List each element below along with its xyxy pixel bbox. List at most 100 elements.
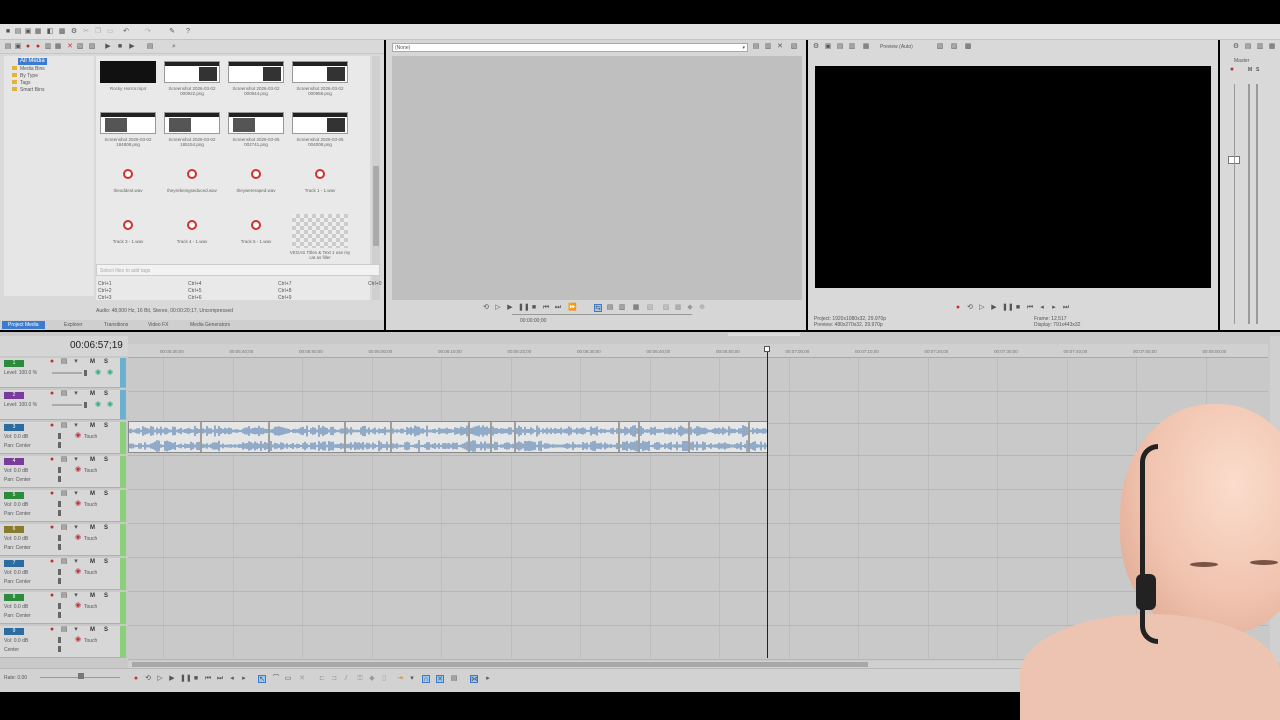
play-from-start-icon[interactable]: ▷ [494,304,502,312]
track-fx-icon[interactable]: ● [48,390,56,398]
track-automation-icon[interactable]: ▤ [60,456,68,464]
settings-icon[interactable]: ⚙ [70,28,78,36]
previous-frame-icon[interactable]: ◂ [1038,304,1046,312]
arm-record-icon[interactable]: ◉ [74,500,82,508]
media-item[interactable]: Rocky Horror.mp4 [96,61,160,111]
next-frame-icon[interactable]: ▸ [240,675,248,683]
solo-button[interactable]: S [104,559,108,565]
audio-track-header[interactable]: 7 ● ▤ ▾ M S Vol: 0.0 dB Pan: Center ◉ Touch [0,558,126,590]
selection-tool-icon[interactable]: ▭ [284,675,292,683]
trimmer-dropdown[interactable]: (None) ▾ [392,43,748,52]
media-zoom-icon[interactable]: ▨ [88,43,96,51]
shortcut-5[interactable]: Ctrl+5 [188,288,201,294]
automation-mode[interactable]: Touch [84,604,97,610]
volume-slider-thumb[interactable] [58,467,61,473]
track-automation-icon[interactable]: ▤ [60,558,68,566]
timecode-display[interactable]: 00:06:57;19 [70,340,123,351]
go-to-start-icon[interactable]: ⏮ [1026,304,1034,312]
shortcut-6[interactable]: Ctrl+6 [188,295,201,301]
tab-video-fx[interactable]: Video FX [148,322,168,328]
pan-slider-thumb[interactable] [58,612,61,618]
master-downmix-icon[interactable]: ▥ [1256,43,1264,51]
media-item[interactable]: theyrebeingseduced.wav [160,163,224,213]
get-media-icon[interactable]: ● [24,43,32,51]
capture-icon[interactable]: ▩ [58,28,66,36]
remove-media-icon[interactable]: ✕ [66,43,74,51]
copy-icon[interactable]: ❐ [94,28,102,36]
split-screen-icon[interactable]: ▥ [848,43,856,51]
save-icon[interactable]: ▣ [24,28,32,36]
level-slider[interactable] [52,372,82,374]
arm-record-icon[interactable]: ◉ [74,534,82,542]
level-slider-thumb[interactable] [84,402,87,408]
trimmer-fx-icon[interactable]: ▧ [790,43,798,51]
shortcut-7[interactable]: Ctrl+7 [278,281,291,287]
trim-start-icon[interactable]: ⊏ [318,675,326,683]
stop-icon[interactable]: ■ [192,675,200,683]
auto-preview-icon[interactable]: ▶ [128,43,136,51]
more-tools-icon[interactable]: ▸ [484,675,492,683]
track-expand-icon[interactable]: ▾ [72,422,80,430]
media-item[interactable]: Screenshot 2026-03-02 000944.png [224,61,288,111]
arm-record-icon[interactable]: ◉ [74,432,82,440]
media-item[interactable]: Screenshot 2026-03-05 004008.png [288,112,352,162]
media-fx-icon[interactable]: ▦ [54,43,62,51]
loop-playback-icon[interactable]: ⟲ [144,675,152,683]
audio-track-header[interactable]: 6 ● ▤ ▾ M S Vol: 0.0 dB Pan: Center ◉ Touch [0,524,126,556]
media-item[interactable]: Track 3 - 1.wav [96,214,160,264]
track-automation-icon[interactable]: ▤ [60,524,68,532]
preview-quality-dropdown[interactable]: Preview (Auto) [880,44,913,50]
solo-button[interactable]: S [104,491,108,497]
mute-button[interactable]: M [90,391,95,397]
horizontal-scrollbar-thumb[interactable] [132,662,868,667]
master-fx-button[interactable]: ● [1228,66,1236,74]
select-mode-icon[interactable]: ⇆ [594,304,602,312]
extract-audio-icon[interactable]: ● [34,43,42,51]
audio-event[interactable] [128,421,768,453]
go-to-end-icon[interactable]: ⏩ [568,304,577,312]
arm-record-icon[interactable]: ◉ [74,636,82,644]
save-snapshot-icon[interactable]: ▩ [964,43,972,51]
audio-track-header[interactable]: 4 ● ▤ ▾ M S Vol: 0.0 dB Pan: Center ◉ Touch [0,456,126,488]
pause-icon[interactable]: ❚❚ [1002,304,1014,312]
pan-slider-thumb[interactable] [58,544,61,550]
track-expand-icon[interactable]: ▾ [72,456,80,464]
media-item[interactable]: Track 4 - 1.wav [160,214,224,264]
tree-item-all-media[interactable]: All Media [18,58,47,65]
mute-button[interactable]: M [90,627,95,633]
master-solo-button[interactable]: S [1256,67,1259,73]
master-mute-button[interactable]: M [1248,67,1252,73]
stop-icon[interactable]: ■ [530,304,538,312]
ripple-mode-icon[interactable]: ▾ [408,675,416,683]
track-fx-icon[interactable]: ● [48,592,56,600]
volume-slider-thumb[interactable] [58,569,61,575]
region-icon[interactable]: ▩ [674,304,682,312]
external-monitor-icon[interactable]: ▣ [824,43,832,51]
solo-button[interactable]: S [104,391,108,397]
track-automation-icon[interactable]: ▤ [60,390,68,398]
master-settings-icon[interactable]: ⚙ [1232,43,1240,51]
shortcut-1[interactable]: Ctrl+1 [98,281,111,287]
record-icon[interactable]: ● [132,675,140,683]
automation-mode[interactable]: Touch [84,570,97,576]
trimmer-display[interactable] [392,56,802,300]
media-item[interactable]: Track 6 - 1.wav [224,214,288,264]
mute-button[interactable]: M [90,593,95,599]
open-file-icon[interactable]: ▤ [14,28,22,36]
track-automation-icon[interactable]: ▤ [60,422,68,430]
track-automation-icon[interactable]: ▤ [60,592,68,600]
mute-button[interactable]: M [90,491,95,497]
automation-mode[interactable]: Touch [84,502,97,508]
track-fx-icon[interactable]: ● [48,422,56,430]
master-dim-icon[interactable]: ▦ [1268,43,1276,51]
compositing-icon[interactable]: ◉ [94,369,102,377]
media-properties-icon[interactable]: ▥ [44,43,52,51]
cut-icon[interactable]: ✂ [82,28,90,36]
pan-slider-thumb[interactable] [58,510,61,516]
lock-envelopes-icon[interactable]: ▤ [450,675,458,683]
edit-tool-icon[interactable]: ✎ [168,28,176,36]
automation-mode[interactable]: Touch [84,434,97,440]
redo-icon[interactable]: ↷ [144,28,152,36]
envelope-tool-icon[interactable]: ⌒ [272,675,280,683]
media-list-icon[interactable]: ▧ [76,43,84,51]
